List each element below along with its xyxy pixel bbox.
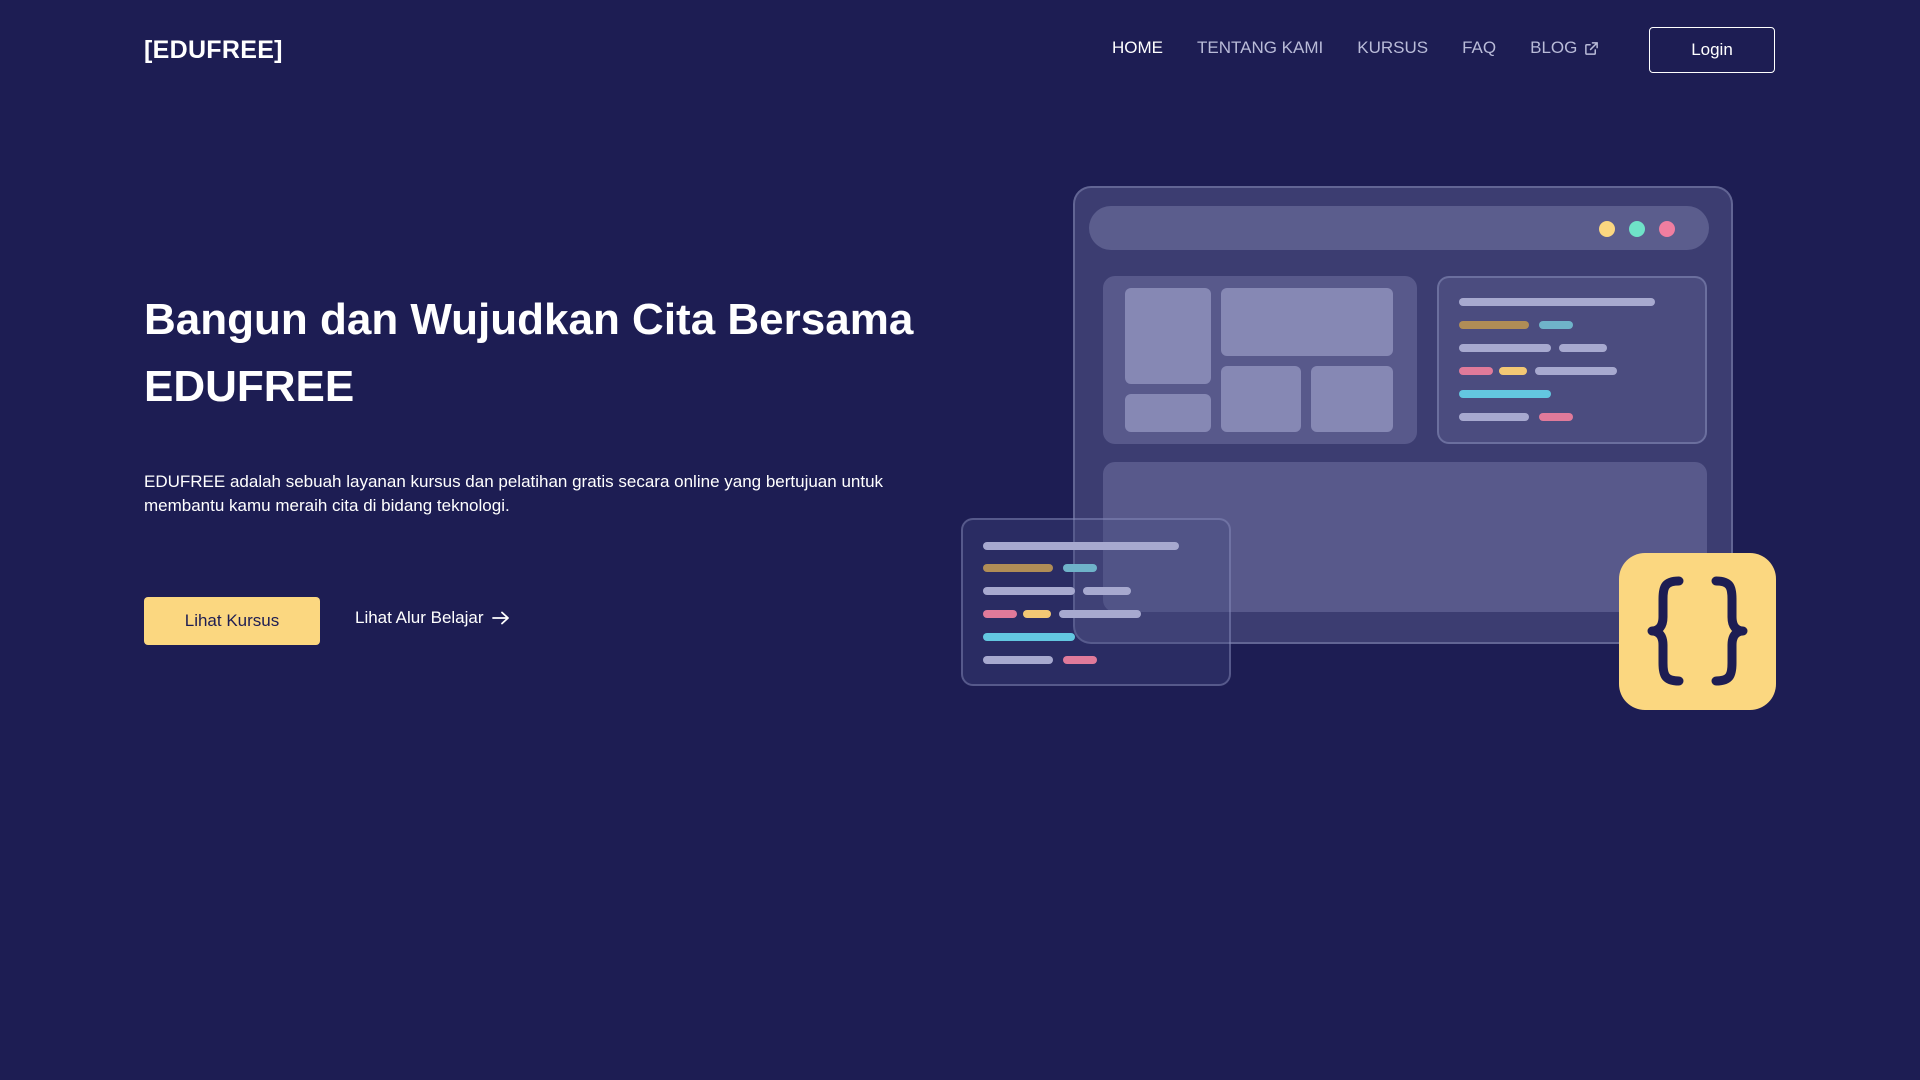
hero-illustration bbox=[0, 0, 1920, 1080]
code-line bbox=[1063, 564, 1097, 572]
window-dot-green bbox=[1629, 221, 1645, 237]
code-line bbox=[1059, 610, 1141, 618]
window-dot-yellow bbox=[1599, 221, 1615, 237]
layout-panel-illustration bbox=[1103, 276, 1417, 444]
landing-page: [EDUFREE] HOME TENTANG KAMI KURSUS FAQ B… bbox=[0, 0, 1920, 1080]
nav-blog[interactable]: BLOG bbox=[1530, 38, 1599, 58]
nav-kursus-label: KURSUS bbox=[1357, 38, 1429, 57]
code-line bbox=[1459, 390, 1551, 398]
lihat-alur-belajar-link[interactable]: Lihat Alur Belajar bbox=[355, 608, 510, 628]
layout-tile bbox=[1221, 288, 1393, 356]
layout-tile bbox=[1125, 288, 1211, 384]
code-line bbox=[1459, 344, 1551, 352]
window-dot-pink bbox=[1659, 221, 1675, 237]
code-line bbox=[1459, 298, 1655, 306]
code-line bbox=[983, 633, 1075, 641]
code-line bbox=[1459, 367, 1493, 375]
nav-home[interactable]: HOME bbox=[1112, 38, 1163, 58]
lihat-kursus-button[interactable]: Lihat Kursus bbox=[144, 597, 320, 645]
code-line bbox=[1499, 367, 1527, 375]
nav-tentang-kami[interactable]: TENTANG KAMI bbox=[1197, 38, 1323, 58]
code-line bbox=[1559, 344, 1607, 352]
lihat-alur-belajar-label: Lihat Alur Belajar bbox=[355, 608, 484, 627]
nav-blog-label: BLOG bbox=[1530, 38, 1578, 57]
nav-kursus[interactable]: KURSUS bbox=[1357, 38, 1428, 58]
code-line bbox=[983, 542, 1179, 550]
layout-tile bbox=[1221, 366, 1301, 432]
address-bar-illustration bbox=[1089, 206, 1709, 250]
floating-code-card-illustration bbox=[961, 518, 1231, 686]
brand-logo[interactable]: [EDUFREE] bbox=[144, 36, 283, 65]
hero-title: Bangun dan Wujudkan Cita Bersama EDUFREE bbox=[144, 295, 914, 411]
login-button[interactable]: Login bbox=[1649, 27, 1775, 73]
curly-braces-icon bbox=[1647, 576, 1748, 686]
external-link-icon bbox=[1585, 41, 1599, 55]
nav-faq[interactable]: FAQ bbox=[1462, 38, 1496, 58]
main-nav: HOME TENTANG KAMI KURSUS FAQ BLOG bbox=[1112, 38, 1599, 58]
nav-home-label: HOME bbox=[1112, 38, 1163, 57]
code-line bbox=[1459, 413, 1529, 421]
nav-tentang-kami-label: TENTANG KAMI bbox=[1197, 38, 1324, 57]
hero-description: EDUFREE adalah sebuah layanan kursus dan… bbox=[144, 472, 884, 515]
code-line bbox=[983, 564, 1053, 572]
code-line bbox=[983, 610, 1017, 618]
content-panel-illustration bbox=[1103, 462, 1707, 612]
code-line bbox=[1063, 656, 1097, 664]
code-line bbox=[1459, 321, 1529, 329]
code-line bbox=[983, 656, 1053, 664]
code-line bbox=[1023, 610, 1051, 618]
code-line bbox=[983, 587, 1075, 595]
code-panel-illustration bbox=[1437, 276, 1707, 444]
code-line bbox=[1535, 367, 1617, 375]
code-brace-badge bbox=[1619, 553, 1776, 710]
browser-window-illustration bbox=[1073, 186, 1733, 644]
arrow-right-icon bbox=[491, 611, 509, 625]
layout-tile bbox=[1311, 366, 1393, 432]
code-line bbox=[1539, 321, 1573, 329]
nav-faq-label: FAQ bbox=[1462, 38, 1497, 57]
code-line bbox=[1539, 413, 1573, 421]
code-line bbox=[1083, 587, 1131, 595]
layout-tile bbox=[1125, 394, 1211, 432]
